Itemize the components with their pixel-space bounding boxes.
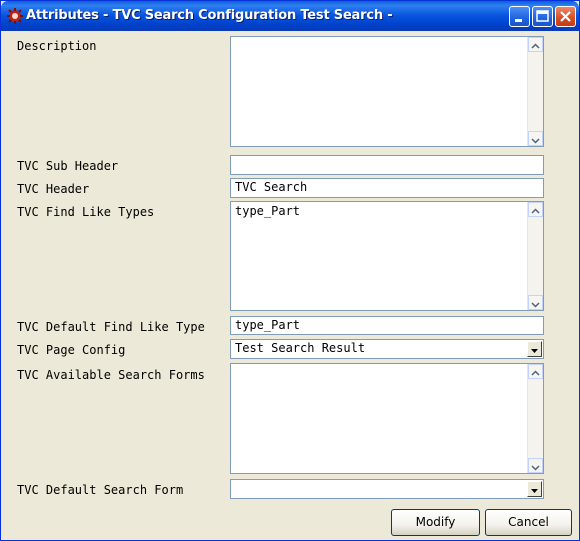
page-config-label: TVC Page Config <box>17 343 126 357</box>
page-config-value: Test Search Result <box>235 341 366 355</box>
find-like-types-scrollbar[interactable] <box>527 202 543 310</box>
window-title: Attributes - TVC Search Configuration Te… <box>26 8 393 23</box>
find-like-types-label: TVC Find Like Types <box>17 205 155 219</box>
default-search-form-select[interactable] <box>230 479 544 499</box>
title-bar[interactable]: Attributes - TVC Search Configuration Te… <box>1 1 579 31</box>
description-textarea[interactable] <box>230 36 544 147</box>
scroll-down-button[interactable] <box>528 131 543 146</box>
maximize-button[interactable] <box>532 6 553 27</box>
close-icon <box>560 11 571 22</box>
available-search-forms-scrollbar[interactable] <box>527 364 543 473</box>
minimize-icon <box>515 19 522 22</box>
arrow-up-icon <box>531 370 540 376</box>
scroll-up-button[interactable] <box>528 37 543 52</box>
arrow-up-icon <box>531 208 540 214</box>
arrow-down-icon <box>531 465 540 471</box>
sub-header-label: TVC Sub Header <box>17 159 119 173</box>
minimize-button[interactable] <box>509 6 530 27</box>
page-config-select[interactable]: Test Search Result <box>230 339 544 359</box>
find-like-types-textarea[interactable]: type_Part <box>230 201 544 311</box>
page-config-dropdown-button[interactable] <box>527 341 542 357</box>
attributes-dialog: Attributes - TVC Search Configuration Te… <box>0 0 580 541</box>
header-value: TVC Search <box>235 180 308 194</box>
chevron-down-icon <box>531 489 538 493</box>
sub-header-input[interactable] <box>230 155 544 175</box>
modify-button[interactable]: Modify <box>391 509 480 536</box>
arrow-up-icon <box>531 43 540 49</box>
chevron-down-icon <box>531 349 538 353</box>
default-search-form-dropdown-button[interactable] <box>527 481 542 497</box>
scroll-down-button[interactable] <box>528 295 543 310</box>
default-search-form-label: TVC Default Search Form <box>17 483 184 497</box>
arrow-down-icon <box>531 138 540 144</box>
close-button[interactable] <box>555 6 576 27</box>
description-scrollbar[interactable] <box>527 37 543 146</box>
available-search-forms-label: TVC Available Search Forms <box>17 368 205 382</box>
header-label: TVC Header <box>17 182 90 196</box>
cancel-button[interactable]: Cancel <box>485 509 572 536</box>
scroll-up-button[interactable] <box>528 364 543 379</box>
arrow-down-icon <box>531 302 540 308</box>
default-find-like-type-label: TVC Default Find Like Type <box>17 320 205 334</box>
scroll-down-button[interactable] <box>528 458 543 473</box>
available-search-forms-textarea[interactable] <box>230 363 544 474</box>
header-input[interactable]: TVC Search <box>230 178 544 198</box>
find-like-types-value: type_Part <box>235 204 301 218</box>
description-label: Description <box>17 39 97 53</box>
scroll-up-button[interactable] <box>528 202 543 217</box>
default-find-like-type-value: type_Part <box>235 318 301 332</box>
app-icon <box>7 8 23 24</box>
maximize-icon <box>536 10 549 22</box>
default-find-like-type-input[interactable]: type_Part <box>230 316 544 335</box>
